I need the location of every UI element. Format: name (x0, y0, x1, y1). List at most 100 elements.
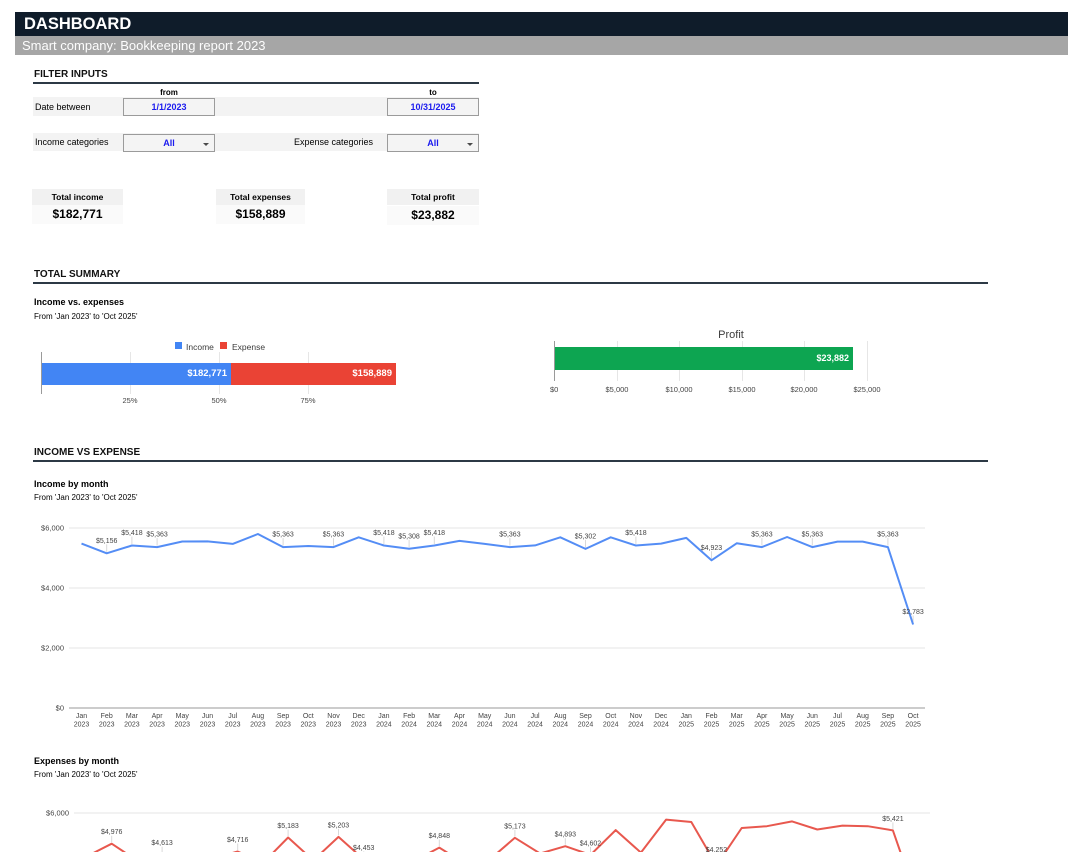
svg-text:$5,418: $5,418 (625, 530, 647, 537)
svg-text:$0: $0 (56, 704, 64, 713)
svg-text:$4,976: $4,976 (101, 829, 123, 836)
svg-text:$2,783: $2,783 (902, 609, 924, 616)
svg-text:Sep: Sep (277, 713, 290, 720)
svg-text:Sep: Sep (579, 713, 592, 720)
svg-text:May: May (176, 713, 190, 720)
svg-text:2024: 2024 (628, 722, 644, 729)
svg-text:2024: 2024 (427, 722, 443, 729)
svg-text:Dec: Dec (655, 713, 668, 720)
svg-text:Aug: Aug (252, 713, 265, 720)
svg-text:2025: 2025 (754, 722, 770, 729)
svg-text:2023: 2023 (326, 722, 342, 729)
svg-text:2024: 2024 (502, 722, 518, 729)
svg-text:Jun: Jun (202, 713, 213, 720)
svg-text:$5,363: $5,363 (146, 532, 168, 539)
svg-text:$5,418: $5,418 (373, 530, 395, 537)
svg-text:Jan: Jan (681, 713, 692, 720)
svg-text:$5,363: $5,363 (272, 532, 294, 539)
svg-text:2023: 2023 (301, 722, 317, 729)
svg-text:2023: 2023 (351, 722, 367, 729)
svg-text:Mar: Mar (126, 713, 139, 720)
svg-text:Feb: Feb (705, 713, 717, 720)
svg-text:2024: 2024 (376, 722, 392, 729)
svg-text:Apr: Apr (152, 713, 164, 720)
svg-text:$4,000: $4,000 (41, 584, 64, 593)
svg-text:2024: 2024 (401, 722, 417, 729)
svg-text:Oct: Oct (605, 713, 616, 720)
svg-text:$5,203: $5,203 (328, 822, 350, 829)
svg-text:Jun: Jun (807, 713, 818, 720)
svg-text:2024: 2024 (553, 722, 569, 729)
svg-text:$4,893: $4,893 (555, 832, 577, 839)
svg-text:$5,183: $5,183 (277, 823, 299, 830)
svg-text:Aug: Aug (856, 713, 869, 720)
svg-text:May: May (780, 713, 794, 720)
svg-text:Sep: Sep (882, 713, 895, 720)
svg-text:2024: 2024 (527, 722, 543, 729)
svg-text:2024: 2024 (653, 722, 669, 729)
svg-text:$4,716: $4,716 (227, 837, 249, 844)
svg-text:Apr: Apr (756, 713, 768, 720)
svg-text:Nov: Nov (327, 713, 340, 720)
svg-text:$4,602: $4,602 (580, 840, 602, 847)
svg-text:$5,421: $5,421 (882, 816, 904, 823)
svg-text:2025: 2025 (905, 722, 921, 729)
svg-text:$4,613: $4,613 (151, 840, 173, 847)
svg-text:2025: 2025 (830, 722, 846, 729)
svg-text:2024: 2024 (578, 722, 594, 729)
svg-text:$5,418: $5,418 (424, 530, 446, 537)
svg-text:Mar: Mar (731, 713, 744, 720)
svg-text:Mar: Mar (428, 713, 441, 720)
svg-text:$6,000: $6,000 (41, 524, 64, 533)
svg-text:Nov: Nov (630, 713, 643, 720)
svg-text:$2,000: $2,000 (41, 644, 64, 653)
svg-text:$5,302: $5,302 (575, 533, 597, 540)
svg-text:$4,923: $4,923 (701, 545, 723, 552)
svg-text:Jan: Jan (378, 713, 389, 720)
svg-text:Oct: Oct (908, 713, 919, 720)
svg-text:$5,363: $5,363 (499, 532, 521, 539)
svg-text:2025: 2025 (855, 722, 871, 729)
svg-text:Oct: Oct (303, 713, 314, 720)
svg-text:Feb: Feb (403, 713, 415, 720)
svg-text:2025: 2025 (805, 722, 821, 729)
svg-text:$5,363: $5,363 (751, 532, 773, 539)
svg-text:2023: 2023 (99, 722, 115, 729)
svg-text:$5,173: $5,173 (504, 823, 526, 830)
svg-text:2023: 2023 (225, 722, 241, 729)
svg-text:Jul: Jul (531, 713, 540, 720)
svg-text:$4,453: $4,453 (353, 845, 375, 852)
svg-text:2024: 2024 (452, 722, 468, 729)
svg-text:$5,308: $5,308 (398, 533, 420, 540)
svg-text:2023: 2023 (275, 722, 291, 729)
svg-text:2025: 2025 (880, 722, 896, 729)
svg-text:Jan: Jan (76, 713, 87, 720)
svg-text:$6,000: $6,000 (46, 809, 69, 818)
svg-text:2023: 2023 (149, 722, 165, 729)
svg-text:2023: 2023 (74, 722, 90, 729)
svg-text:Jul: Jul (833, 713, 842, 720)
svg-text:$5,363: $5,363 (323, 532, 345, 539)
svg-text:2023: 2023 (124, 722, 140, 729)
svg-text:2025: 2025 (729, 722, 745, 729)
svg-text:2025: 2025 (679, 722, 695, 729)
svg-text:Aug: Aug (554, 713, 567, 720)
svg-text:2024: 2024 (603, 722, 619, 729)
svg-text:2023: 2023 (250, 722, 266, 729)
svg-text:$5,363: $5,363 (802, 532, 824, 539)
svg-text:$4,848: $4,848 (429, 833, 451, 840)
svg-text:2025: 2025 (704, 722, 720, 729)
svg-text:Feb: Feb (101, 713, 113, 720)
svg-text:$5,418: $5,418 (121, 530, 143, 537)
svg-text:Jun: Jun (504, 713, 515, 720)
svg-text:$4,252: $4,252 (706, 847, 728, 852)
svg-text:2025: 2025 (779, 722, 795, 729)
svg-text:Dec: Dec (352, 713, 365, 720)
svg-text:$5,156: $5,156 (96, 538, 118, 545)
svg-text:2024: 2024 (477, 722, 493, 729)
svg-text:Jul: Jul (228, 713, 237, 720)
svg-text:$5,363: $5,363 (877, 532, 899, 539)
svg-text:Apr: Apr (454, 713, 466, 720)
svg-text:2023: 2023 (200, 722, 216, 729)
svg-text:May: May (478, 713, 492, 720)
